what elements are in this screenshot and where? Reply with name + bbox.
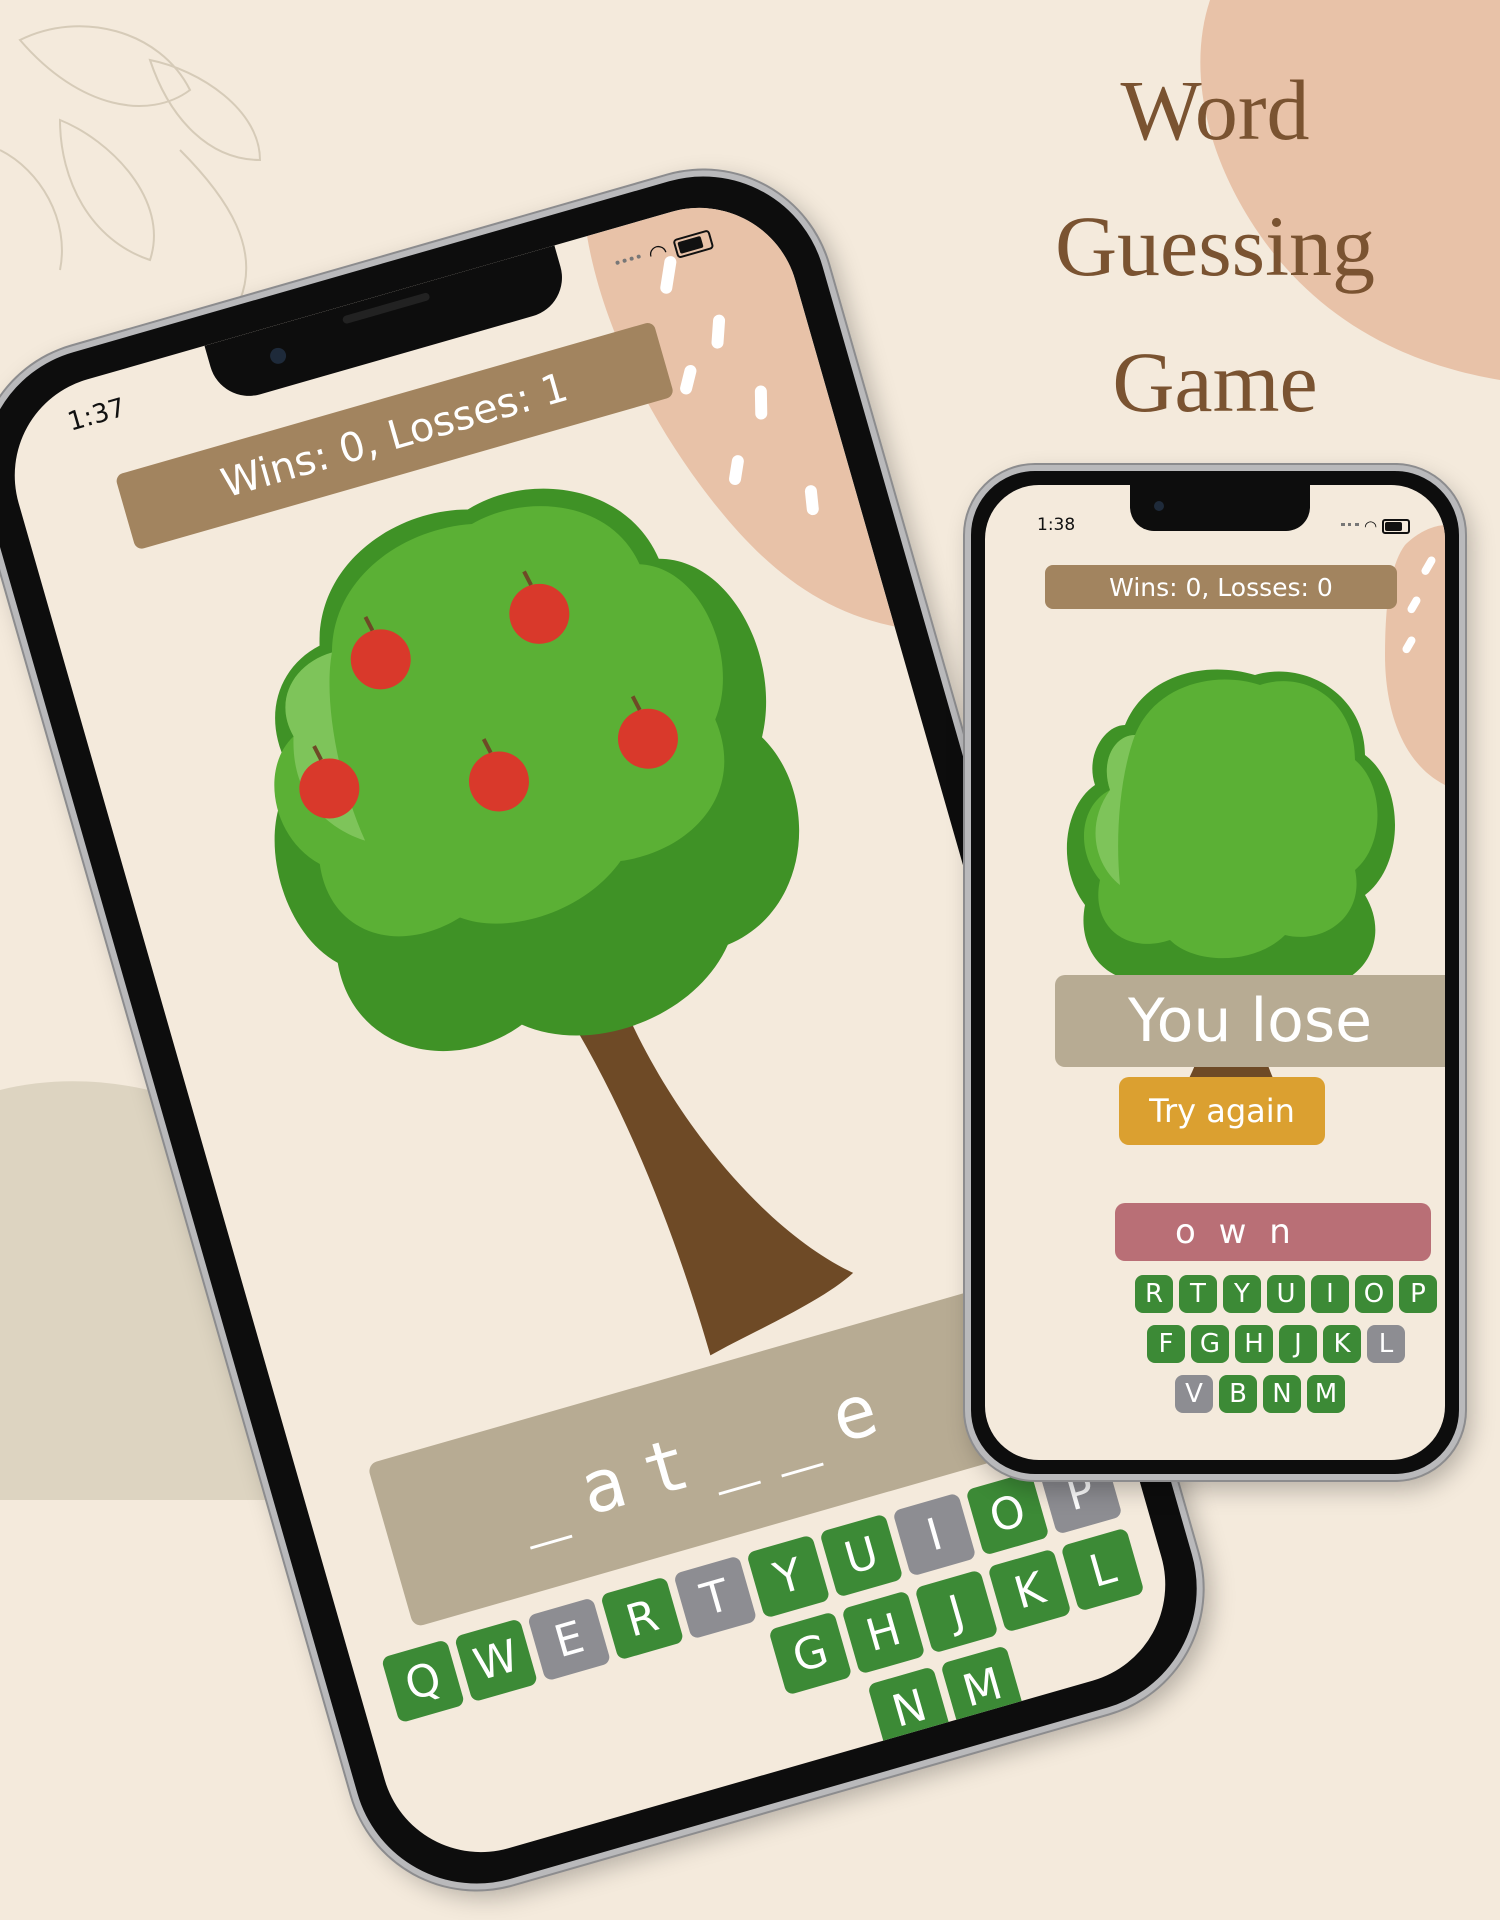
key-b[interactable]: B xyxy=(1219,1375,1257,1413)
key-w[interactable]: W xyxy=(454,1618,539,1703)
key-k[interactable]: K xyxy=(1323,1325,1361,1363)
app-title: Word Guessing Game xyxy=(1000,42,1430,450)
speaker-grille xyxy=(341,291,431,325)
title-line-3: Game xyxy=(1112,334,1318,430)
key-j[interactable]: J xyxy=(914,1569,999,1654)
phone-right-notch xyxy=(1130,485,1310,531)
key-u[interactable]: U xyxy=(819,1513,904,1598)
status-time: 1:38 xyxy=(1037,515,1076,535)
key-i[interactable]: I xyxy=(1311,1275,1349,1313)
score-bar: Wins: 0, Losses: 0 xyxy=(1045,565,1397,609)
key-e[interactable]: E xyxy=(527,1597,612,1682)
status-icons: ◠ xyxy=(1341,517,1411,535)
wifi-icon: ◠ xyxy=(1364,517,1378,535)
key-o[interactable]: O xyxy=(965,1471,1050,1556)
key-h[interactable]: H xyxy=(1235,1325,1273,1363)
key-y[interactable]: Y xyxy=(746,1534,831,1619)
key-l[interactable]: L xyxy=(1060,1527,1145,1612)
camera-icon xyxy=(268,345,288,366)
wifi-icon: ◠ xyxy=(645,238,671,269)
key-r[interactable]: R xyxy=(1135,1275,1173,1313)
floral-line-art xyxy=(0,25,262,301)
keyboard-row-1: RTYUIOP xyxy=(1135,1275,1445,1315)
key-r[interactable]: R xyxy=(600,1576,685,1661)
signal-icon xyxy=(1341,522,1359,530)
answer-word: o w n xyxy=(1115,1203,1431,1261)
key-y[interactable]: Y xyxy=(1223,1275,1261,1313)
key-m[interactable]: M xyxy=(940,1645,1025,1730)
camera-icon xyxy=(1154,501,1164,511)
key-m[interactable]: M xyxy=(1307,1375,1345,1413)
result-banner: You lose xyxy=(1055,975,1445,1067)
title-line-1: Word xyxy=(1120,62,1310,158)
key-v[interactable]: V xyxy=(1175,1375,1213,1413)
title-line-2: Guessing xyxy=(1054,198,1376,294)
key-t[interactable]: T xyxy=(1179,1275,1217,1313)
keyboard-row-2: FGHJKL xyxy=(1135,1325,1445,1365)
signal-icon xyxy=(614,253,643,271)
phone-right-frame: 1:38 ◠ Wins: 0, Losses: 0 You lose Try a… xyxy=(965,465,1465,1480)
key-q[interactable]: Q xyxy=(380,1639,466,1724)
key-f[interactable]: F xyxy=(1147,1325,1185,1363)
key-n[interactable]: N xyxy=(867,1666,952,1751)
key-o[interactable]: O xyxy=(1355,1275,1393,1313)
key-u[interactable]: U xyxy=(1267,1275,1305,1313)
keyboard: RTYUIOP FGHJKL VBNM xyxy=(1135,1275,1445,1415)
key-t[interactable]: T xyxy=(673,1555,758,1640)
keyboard-row-3: VBNM xyxy=(1135,1375,1445,1415)
key-k[interactable]: K xyxy=(987,1548,1072,1633)
key-l[interactable]: L xyxy=(1367,1325,1405,1363)
key-g[interactable]: G xyxy=(1191,1325,1229,1363)
battery-icon xyxy=(1382,518,1411,534)
key-g[interactable]: G xyxy=(768,1611,853,1696)
key-p[interactable]: P xyxy=(1399,1275,1437,1313)
key-j[interactable]: J xyxy=(1279,1325,1317,1363)
key-i[interactable]: I xyxy=(892,1492,977,1577)
key-h[interactable]: H xyxy=(841,1590,926,1675)
try-again-button[interactable]: Try again xyxy=(1119,1077,1325,1145)
phone-right-screen: 1:38 ◠ Wins: 0, Losses: 0 You lose Try a… xyxy=(985,485,1445,1460)
key-n[interactable]: N xyxy=(1263,1375,1301,1413)
